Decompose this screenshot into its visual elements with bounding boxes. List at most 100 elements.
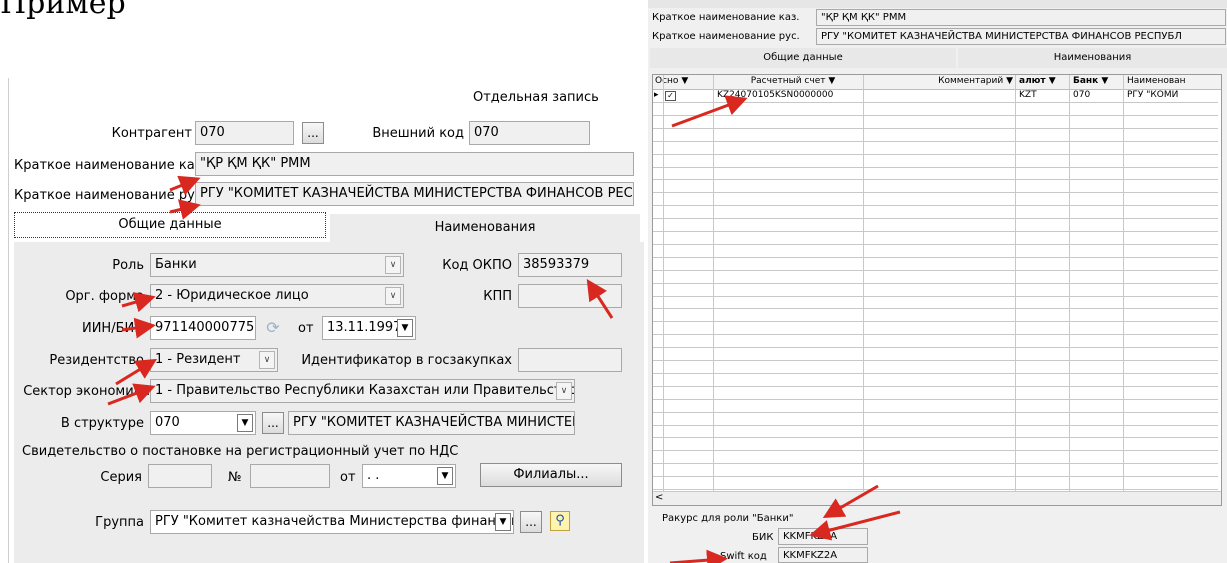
short-kaz-field[interactable]: "ҚР ҚМ ҚК" РММ — [195, 152, 634, 176]
grid-row-line — [653, 360, 1218, 361]
iin-label: ИИН/БИН — [81, 321, 144, 336]
column-header-account[interactable]: Расчетный счет ▼ — [723, 76, 863, 86]
chevron-down-icon[interactable]: ∨ — [259, 351, 275, 369]
short-kaz-label: Краткое наименование каз. — [14, 158, 206, 173]
structure-name-field[interactable]: РГУ "КОМИТЕТ КАЗНАЧЕЙСТВА МИНИСТЕРС — [288, 411, 575, 435]
tab-names-right-label: Наименования — [1053, 52, 1132, 63]
role-value: Банки — [155, 257, 197, 272]
branches-button[interactable]: Филиалы... — [480, 463, 622, 487]
grid-row-line — [653, 437, 1218, 439]
calendar-dropdown-icon[interactable]: ▼ — [397, 319, 413, 337]
dropdown-arrow-icon[interactable]: ▼ — [237, 414, 253, 432]
grid-row-line — [653, 218, 1218, 220]
column-header-account-label: Расчетный счет — [750, 76, 826, 86]
search-icon[interactable]: ⚲ — [550, 511, 570, 531]
column-header-comment-label: Комментарий — [938, 76, 1004, 86]
short-rus-label-right: Краткое наименование рус. — [652, 31, 800, 42]
swift-field[interactable]: KKMFKZ2A — [778, 547, 868, 563]
grid-row-line — [653, 347, 1218, 349]
filter-icon[interactable]: ▼ — [828, 76, 835, 86]
filter-icon[interactable]: ▼ — [1049, 76, 1056, 86]
grid-row-line — [653, 269, 1218, 271]
tab-names-right[interactable]: Наименования — [958, 48, 1227, 68]
bik-field[interactable]: KKMFKZ2A — [778, 528, 868, 545]
grid-row-line — [653, 243, 1218, 245]
grid-row-line — [653, 102, 1218, 103]
date-field[interactable]: 13.11.1997 ▼ — [322, 316, 416, 340]
grid-row-line — [653, 489, 1218, 490]
table-row[interactable]: ▸ ✓ KZ24070105KSN0000000 KZT 070 РГУ "КО… — [653, 90, 1221, 102]
column-header-currency[interactable]: алют ▼ — [1019, 76, 1069, 86]
grid-row-line — [653, 450, 1218, 452]
sector-select[interactable]: 1 - Правительство Республики Казахстан и… — [150, 379, 575, 403]
group-value: РГУ "Комитет казначейства Министерства ф… — [155, 514, 514, 529]
horizontal-scrollbar[interactable]: < — [653, 491, 1221, 505]
col-divider — [713, 75, 714, 505]
grid-row-line — [653, 398, 1218, 400]
okpo-field[interactable]: 38593379 — [518, 253, 622, 277]
resident-value: 1 - Резидент — [155, 352, 241, 367]
grid-row-line — [653, 192, 1218, 194]
resident-select[interactable]: 1 - Резидент ∨ — [150, 348, 278, 372]
dropdown-arrow-icon[interactable]: ▼ — [495, 513, 511, 531]
grid-row-line — [653, 205, 1218, 207]
kontragent-label: Контрагент — [111, 126, 192, 141]
number-field[interactable] — [250, 464, 330, 488]
chevron-down-icon[interactable]: ∨ — [556, 382, 572, 400]
nds-certificate-label: Свидетельство о постановке на регистраци… — [22, 444, 459, 459]
grid-row-line — [653, 153, 1218, 155]
org-form-select[interactable]: 2 - Юридическое лицо ∨ — [150, 284, 404, 308]
goszak-label: Идентификатор в госзакупках — [301, 353, 512, 368]
grid-row-line — [653, 114, 1218, 116]
structure-value: 070 — [155, 415, 180, 430]
structure-select[interactable]: 070 ▼ — [150, 411, 256, 435]
tab-general-right[interactable]: Общие данные — [650, 48, 956, 68]
kpp-field[interactable] — [518, 284, 622, 308]
group-lookup-button[interactable]: ... — [520, 511, 542, 533]
scroll-left-icon[interactable]: < — [655, 492, 663, 503]
tab-names-label: Наименования — [434, 220, 536, 235]
date2-field[interactable]: . . ▼ — [362, 464, 456, 488]
structure-lookup-button[interactable]: ... — [262, 412, 284, 434]
filter-icon[interactable]: ▼ — [1101, 76, 1108, 86]
column-header-name[interactable]: Наименован — [1127, 76, 1221, 86]
column-header-bank-label: Банк — [1073, 76, 1099, 86]
short-rus-field-right[interactable]: РГУ "КОМИТЕТ КАЗНАЧЕЙСТВА МИНИСТЕРСТВА Ф… — [816, 28, 1226, 45]
kpp-label: КПП — [483, 289, 512, 304]
bik-label: БИК — [752, 532, 774, 543]
tab-general-right-label: Общие данные — [763, 52, 843, 63]
goszak-field[interactable] — [518, 348, 622, 372]
refresh-icon[interactable]: ⟳ — [262, 318, 284, 338]
chevron-down-icon[interactable]: ∨ — [385, 256, 401, 274]
role-select[interactable]: Банки ∨ — [150, 253, 404, 277]
iin-field[interactable]: 971140000775 — [150, 316, 256, 340]
filter-icon[interactable]: ▼ — [1006, 76, 1013, 86]
column-header-main[interactable]: Осно ▼ — [655, 76, 701, 86]
grid-row-line — [653, 424, 1218, 426]
grid-row-line — [653, 372, 1218, 374]
column-header-name-label: Наименован — [1127, 76, 1186, 86]
filter-icon[interactable]: ▼ — [681, 76, 688, 86]
calendar-dropdown-icon[interactable]: ▼ — [437, 467, 453, 485]
role-label: Роль — [112, 258, 144, 273]
column-header-comment[interactable]: Комментарий ▼ — [873, 76, 1013, 86]
column-header-bank[interactable]: Банк ▼ — [1073, 76, 1123, 86]
checkbox-icon[interactable]: ✓ — [665, 91, 676, 101]
chevron-down-icon[interactable]: ∨ — [385, 287, 401, 305]
accounts-grid[interactable]: Осно ▼ Расчетный счет ▼ Комментарий ▼ ал… — [652, 74, 1222, 506]
short-rus-field[interactable]: РГУ "КОМИТЕТ КАЗНАЧЕЙСТВА МИНИСТЕРСТВА Ф… — [195, 182, 634, 206]
tab-names[interactable]: Наименования — [330, 214, 640, 242]
group-select[interactable]: РГУ "Комитет казначейства Министерства ф… — [150, 510, 514, 534]
cell-bank: 070 — [1073, 90, 1091, 100]
tab-general[interactable]: Общие данные — [14, 212, 326, 238]
short-kaz-field-right[interactable]: "ҚР ҚМ ҚК" РММ — [816, 9, 1226, 26]
kontragent-field[interactable]: 070 — [195, 121, 294, 145]
series-field[interactable] — [148, 464, 212, 488]
grid-row-line — [653, 308, 1218, 310]
kontragent-lookup-button[interactable]: ... — [302, 122, 324, 144]
short-kaz-label-right: Краткое наименование каз. — [652, 12, 800, 23]
ext-code-field[interactable]: 070 — [469, 121, 590, 145]
document-heading: Пример — [0, 0, 126, 21]
date-from-label: от — [298, 321, 314, 336]
group-label: Группа — [95, 515, 144, 530]
